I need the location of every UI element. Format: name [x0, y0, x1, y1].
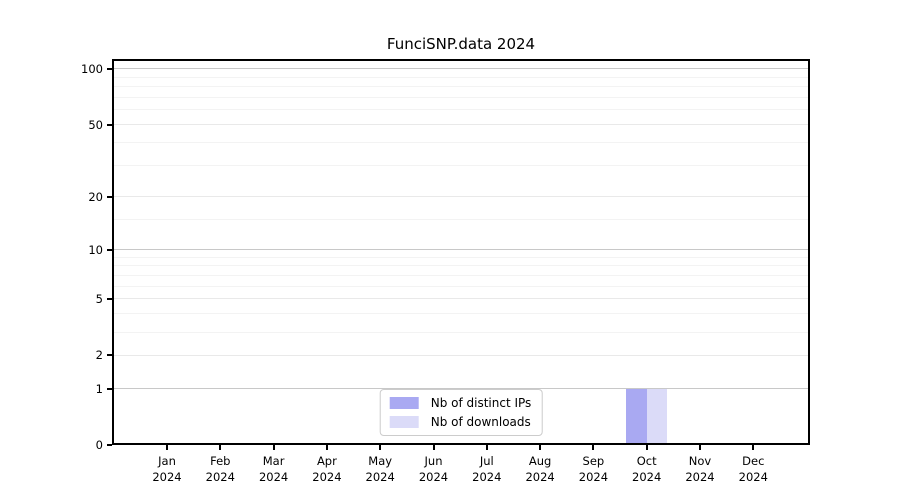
- year-label: 2024: [312, 470, 342, 484]
- legend-item-0: Nb of distinct IPs: [389, 396, 532, 410]
- legend: Nb of distinct IPs Nb of downloads: [379, 389, 543, 436]
- month-label: Dec: [742, 454, 765, 468]
- month-label: Feb: [210, 454, 231, 468]
- y-tick-label-2: 2: [95, 348, 103, 363]
- y-tick-label-5: 5: [95, 291, 103, 306]
- y-axis-line: [112, 59, 114, 445]
- year-label: 2024: [472, 470, 502, 484]
- plot-border-top: [112, 59, 810, 61]
- plot-area: Nb of distinct IPs Nb of downloads: [112, 59, 810, 445]
- x-tick-sep: [592, 445, 595, 450]
- x-tick-label-jan: Jan 2024: [137, 453, 197, 485]
- x-tick-label-sep: Sep 2024: [563, 453, 623, 485]
- year-label: 2024: [418, 470, 449, 484]
- y-tick-label-100: 100: [81, 61, 103, 76]
- month-label: Sep: [582, 454, 605, 468]
- x-tick-may: [379, 445, 382, 450]
- x-tick-dec: [752, 445, 755, 450]
- x-tick-apr: [325, 445, 328, 450]
- month-label: Jun: [424, 454, 443, 468]
- x-tick-feb: [219, 445, 222, 450]
- x-tick-label-oct: Oct 2024: [617, 453, 677, 485]
- year-label: 2024: [738, 470, 768, 484]
- x-tick-aug: [539, 445, 542, 450]
- y-tick-label-50: 50: [88, 117, 103, 132]
- x-tick-nov: [699, 445, 701, 450]
- package-download-stats-figure: FunciSNP.data 2024 Nb of distinct IPs Nb …: [0, 0, 900, 500]
- plot-border-right: [808, 59, 810, 445]
- y-tick-label-1: 1: [95, 381, 103, 396]
- x-tick-jun: [432, 445, 435, 450]
- x-tick-label-feb: Feb 2024: [190, 453, 250, 485]
- year-label: 2024: [632, 470, 662, 484]
- year-label: 2024: [205, 470, 235, 484]
- x-tick-label-jul: Jul 2024: [457, 453, 517, 485]
- x-tick-label-dec: Dec 2024: [723, 453, 783, 485]
- chart-title: FunciSNP.data 2024: [386, 35, 536, 53]
- x-axis-line: [112, 443, 810, 445]
- month-label: Aug: [528, 454, 552, 468]
- x-tick-label-mar: Mar 2024: [244, 453, 304, 485]
- x-tick-label-nov: Nov 2024: [670, 453, 730, 485]
- month-label: Nov: [688, 454, 712, 468]
- y-tick-label-0: 0: [95, 438, 103, 452]
- month-label: Apr: [316, 454, 337, 468]
- x-tick-label-apr: Apr 2024: [297, 453, 357, 485]
- year-label: 2024: [152, 470, 182, 484]
- month-label: May: [368, 454, 393, 468]
- legend-label-1: Nb of downloads: [430, 415, 531, 429]
- legend-swatch-1: [389, 416, 419, 428]
- x-tick-label-may: May 2024: [350, 453, 410, 485]
- legend-item-1: Nb of downloads: [389, 415, 532, 429]
- x-tick-jan: [166, 445, 168, 450]
- y-tick-label-10: 10: [88, 242, 103, 257]
- bar-oct-downloads: [646, 388, 668, 445]
- year-label: 2024: [525, 470, 555, 484]
- legend-swatch-0: [389, 397, 419, 409]
- bar-layer: [112, 59, 810, 445]
- year-label: 2024: [578, 470, 609, 484]
- legend-label-0: Nb of distinct IPs: [430, 396, 532, 410]
- x-tick-label-jun: Jun 2024: [404, 453, 464, 485]
- month-label: Jan: [158, 454, 176, 468]
- y-tick-label-20: 20: [88, 189, 103, 204]
- x-tick-label-aug: Aug 2024: [510, 453, 570, 485]
- month-label: Mar: [262, 454, 285, 468]
- year-label: 2024: [365, 470, 395, 484]
- x-tick-mar: [272, 445, 275, 450]
- y-axis: 0 1 2 5 10 20 50 100: [0, 59, 112, 452]
- year-label: 2024: [685, 470, 715, 484]
- x-axis: Jan 2024 Feb 2024 Mar 2024 Apr 2024 May 2024 Jun 20…: [112, 445, 810, 495]
- x-tick-jul: [485, 445, 488, 450]
- month-label: Oct: [636, 454, 657, 468]
- x-tick-oct: [645, 445, 648, 450]
- bar-oct-distinct-ips: [626, 388, 647, 445]
- month-label: Jul: [479, 454, 494, 468]
- year-label: 2024: [258, 470, 289, 484]
